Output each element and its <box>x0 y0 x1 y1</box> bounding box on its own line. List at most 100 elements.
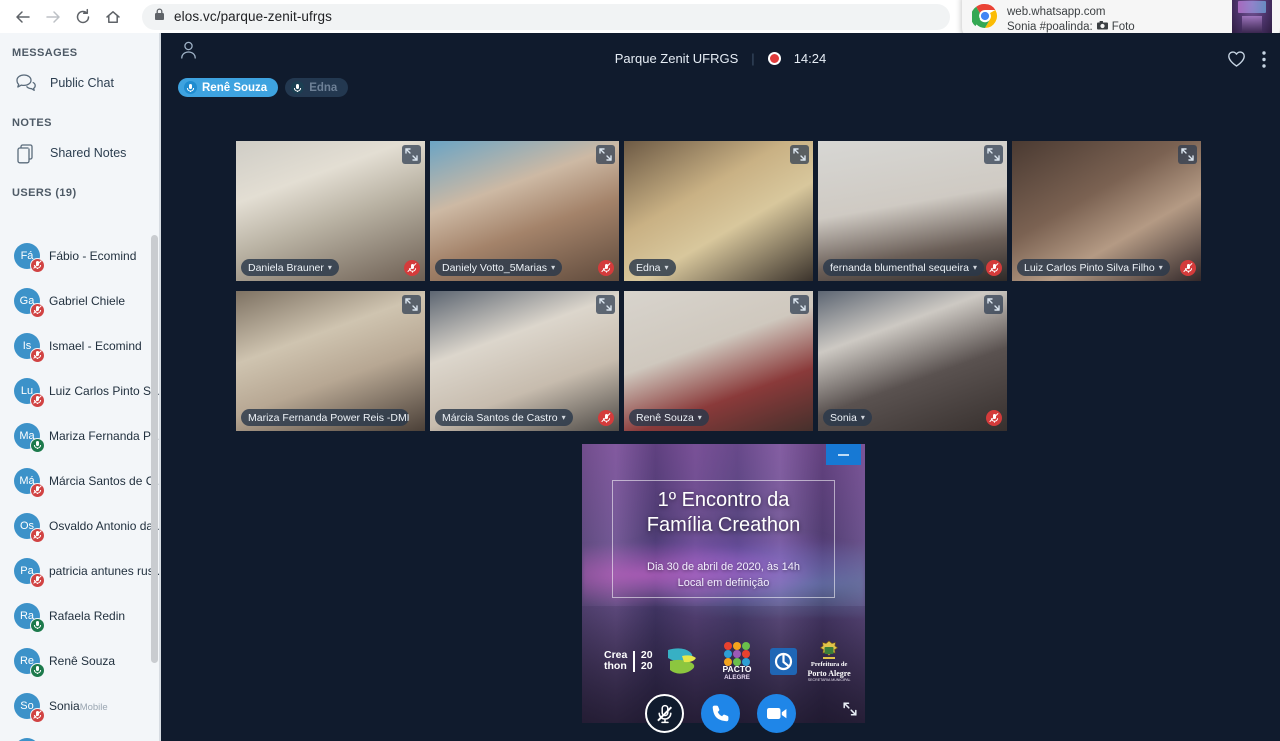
presentation-panel[interactable]: 1º Encontro da Família Creathon Dia 30 d… <box>582 444 865 723</box>
list-item[interactable]: Fá Fábio - Ecomind <box>0 233 160 278</box>
participant-name-chip[interactable]: Edna ▾ <box>629 259 676 276</box>
list-item[interactable]: MáMárcia Santos de C...Mobile <box>0 458 160 503</box>
expand-icon[interactable] <box>402 145 421 164</box>
chevron-down-icon: ▾ <box>664 263 669 272</box>
talking-pill: Renê Souza <box>178 78 279 97</box>
avatar: Ga <box>14 287 45 318</box>
kebab-menu-icon[interactable] <box>1262 50 1266 73</box>
participant-name-chip[interactable]: Sonia ▾ <box>823 409 872 426</box>
reload-icon[interactable] <box>68 2 98 32</box>
video-tile[interactable]: fernanda blumenthal sequeira ▾ <box>818 141 1007 281</box>
expand-icon[interactable] <box>790 295 809 314</box>
list-item[interactable]: Pa patricia antunes rus... <box>0 548 160 593</box>
participant-name-chip[interactable]: Daniely Votto_5Marias ▾ <box>435 259 563 276</box>
creathon-year2: 20 <box>640 660 653 673</box>
notification-thumbnail <box>1232 0 1272 36</box>
prefeitura-line2: Porto Alegre <box>807 668 851 678</box>
talking-indicators: Renê Souza Edna <box>178 78 349 97</box>
pacto-alegre-logo-icon: PACTO ALEGRE <box>715 641 759 681</box>
expand-icon[interactable] <box>402 295 421 314</box>
video-tile[interactable]: Renê Souza ▾ <box>624 291 813 431</box>
slide-subtitle-line2: Local em definição <box>677 577 770 589</box>
video-tile[interactable]: Sonia ▾ <box>818 291 1007 431</box>
slide-subtitle: Dia 30 de abril de 2020, às 14h Local em… <box>582 559 865 591</box>
list-item[interactable]: Ra Rafaela Redin <box>0 593 160 638</box>
leave-call-button[interactable] <box>701 694 740 733</box>
users-list[interactable]: Fá Fábio - Ecomind Ga Gabriel Chiele Is Ismae… <box>0 233 160 741</box>
list-item[interactable]: Is Ismael - Ecomind <box>0 323 160 368</box>
title-separator: | <box>751 51 755 66</box>
creathon-logo: Crea thon 20 20 <box>604 650 653 672</box>
users-header: USERS (19) <box>12 187 77 199</box>
svg-text:ALEGRE: ALEGRE <box>724 674 750 681</box>
avatar: Fá <box>14 242 45 273</box>
video-tile[interactable]: Mariza Fernanda Power Reis -DMLU▾ <box>236 291 425 431</box>
avatar: Pa <box>14 557 45 588</box>
expand-icon[interactable] <box>596 145 615 164</box>
sidebar: MESSAGES Public Chat NOTES Shared Notes … <box>0 33 160 741</box>
chevron-down-icon: ▾ <box>860 413 865 422</box>
user-meta: Márcia Santos de C...Mobile <box>49 472 160 490</box>
participant-name: Edna <box>636 261 661 274</box>
slide-logo-strip: Crea thon 20 20 PACTO ALEGRE Prefeitura … <box>604 640 851 683</box>
video-tile[interactable]: Edna ▾ <box>624 141 813 281</box>
video-tile[interactable]: Márcia Santos de Castro ▾ <box>430 291 619 431</box>
address-bar[interactable]: elos.vc/parque-zenit-ufrgs <box>142 3 950 30</box>
camera-button[interactable] <box>757 694 796 733</box>
video-tile[interactable]: Daniely Votto_5Marias ▾ <box>430 141 619 281</box>
user-meta: Renê Souza <box>49 652 160 670</box>
user-meta: Rafaela Redin <box>49 607 160 625</box>
video-tile[interactable]: Daniela Brauner ▾ <box>236 141 425 281</box>
meeting-controls <box>161 694 1280 733</box>
participant-name-chip[interactable]: Renê Souza ▾ <box>629 409 709 426</box>
expand-icon[interactable] <box>984 295 1003 314</box>
participant-name-chip[interactable]: fernanda blumenthal sequeira ▾ <box>823 259 984 276</box>
list-item[interactable]: Ga Gabriel Chiele <box>0 278 160 323</box>
participant-name-chip[interactable]: Daniela Brauner ▾ <box>241 259 339 276</box>
city-logo-icon <box>664 644 704 678</box>
list-item[interactable]: Re Renê Souza <box>0 638 160 683</box>
user-meta: Ismael - Ecomind <box>49 337 160 355</box>
participant-name-chip[interactable]: Márcia Santos de Castro ▾ <box>435 409 573 426</box>
expand-icon[interactable] <box>984 145 1003 164</box>
mute-button[interactable] <box>645 694 684 733</box>
user-meta: Gabriel Chiele <box>49 292 160 310</box>
participant-name-chip[interactable]: Luiz Carlos Pinto Silva Filho ▾ <box>1017 259 1170 276</box>
partner-square-logo-icon <box>769 647 797 675</box>
user-name: Sonia <box>49 698 80 713</box>
meeting-title-bar: Parque Zenit UFRGS | 14:24 <box>161 51 1280 66</box>
sidebar-scrollbar[interactable] <box>151 235 158 663</box>
messages-header: MESSAGES <box>12 47 78 59</box>
slide-title-line1: 1º Encontro da <box>657 489 790 511</box>
documents-icon <box>13 143 39 164</box>
avatar: Ma <box>14 422 45 453</box>
chevron-down-icon: ▾ <box>561 413 566 422</box>
home-icon[interactable] <box>98 2 128 32</box>
expand-icon[interactable] <box>596 295 615 314</box>
sidebar-item-public-chat[interactable]: Public Chat <box>0 63 160 103</box>
user-name: Luiz Carlos Pinto Sil... <box>49 383 160 398</box>
video-tile[interactable]: Luiz Carlos Pinto Silva Filho ▾ <box>1012 141 1201 281</box>
forward-icon[interactable] <box>38 2 68 32</box>
user-name: Mariza Fernanda Po... <box>49 428 160 443</box>
mic-muted-icon <box>30 347 45 363</box>
list-item[interactable]: Os Osvaldo Antonio da... <box>0 503 160 548</box>
participant-name-chip[interactable]: Mariza Fernanda Power Reis -DMLU▾ <box>241 409 409 426</box>
creathon-word2: thon <box>604 660 627 673</box>
heart-icon[interactable] <box>1227 50 1246 73</box>
list-item[interactable]: So SoniaMobile <box>0 683 160 728</box>
user-name: Gabriel Chiele <box>49 293 126 308</box>
list-item[interactable]: Ma Mariza Fernanda Po... <box>0 413 160 458</box>
expand-icon[interactable] <box>790 145 809 164</box>
sidebar-item-shared-notes[interactable]: Shared Notes <box>0 133 160 173</box>
user-name: Osvaldo Antonio da... <box>49 518 160 533</box>
minimize-presentation-button[interactable] <box>826 444 861 465</box>
list-item[interactable]: Lu Luiz Carlos Pinto Sil... <box>0 368 160 413</box>
user-name: Márcia Santos de C... <box>49 473 160 488</box>
expand-icon[interactable] <box>1178 145 1197 164</box>
list-item[interactable]: VeVerônica <box>0 728 160 741</box>
avatar: Is <box>14 332 45 363</box>
mic-muted-icon <box>30 527 45 543</box>
mic-muted-icon <box>30 572 45 588</box>
back-icon[interactable] <box>8 2 38 32</box>
